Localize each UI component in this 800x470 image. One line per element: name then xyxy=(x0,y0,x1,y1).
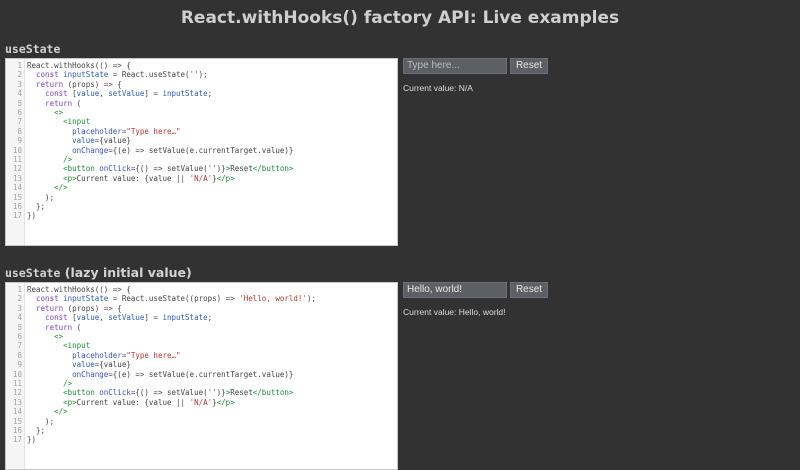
section-heading-code: useState xyxy=(5,42,61,56)
line-number: 7 xyxy=(17,341,22,351)
reset-button[interactable]: Reset xyxy=(510,282,548,298)
code-line: const [value, setValue] = inputState; xyxy=(45,89,213,99)
code-line: /> xyxy=(63,379,73,388)
line-number: 6 xyxy=(17,332,22,341)
line-number: 2 xyxy=(17,70,22,80)
line-number: 13 xyxy=(12,397,22,407)
section-heading-code: useState xyxy=(5,266,61,280)
line-number: 8 xyxy=(17,126,22,136)
code-line: }; xyxy=(27,202,46,211)
code-line: placeholder="Type here…" xyxy=(72,126,181,136)
current-value-text: Current value: Hello, world! xyxy=(403,307,506,317)
code-editor[interactable]: 1 React.withHooks(() => { 2 const inputSta… xyxy=(5,58,398,246)
code-line: React.withHooks(() => { xyxy=(27,285,131,294)
code-line: <input xyxy=(63,341,91,351)
live-text-input[interactable] xyxy=(403,58,507,74)
code-line: placeholder="Type here…" xyxy=(72,350,181,360)
code-line: <p>Current value: {value || 'N/A'}</p> xyxy=(63,173,235,183)
line-number: 2 xyxy=(17,294,22,304)
code-line: }; xyxy=(27,426,46,435)
code-line: return ( xyxy=(45,322,82,332)
line-number: 3 xyxy=(17,79,22,89)
line-number: 17 xyxy=(12,435,22,445)
code-line: }) xyxy=(27,435,37,445)
line-number: 1 xyxy=(17,285,22,294)
line-number: 9 xyxy=(17,360,22,370)
code-line: return (props) => { xyxy=(36,79,122,89)
line-number: 8 xyxy=(17,350,22,360)
code-line: <p>Current value: {value || 'N/A'}</p> xyxy=(63,397,235,407)
line-number: 11 xyxy=(12,379,22,388)
code-line: const [value, setValue] = inputState; xyxy=(45,313,213,323)
line-number: 5 xyxy=(17,98,22,108)
code-line: React.withHooks(() => { xyxy=(27,61,131,70)
line-number: 13 xyxy=(12,173,22,183)
line-number: 15 xyxy=(12,192,22,202)
line-number: 10 xyxy=(12,369,22,379)
line-number: 7 xyxy=(17,117,22,127)
line-number: 3 xyxy=(17,303,22,313)
code-line: onChange={(e) => setValue(e.currentTarge… xyxy=(72,369,294,379)
line-number: 10 xyxy=(12,145,22,155)
code-line: <button onClick={() => setValue('')}>Res… xyxy=(63,388,294,398)
code-line: const inputState = React.useState((props… xyxy=(36,294,316,304)
code-line: onChange={(e) => setValue(e.currentTarge… xyxy=(72,145,294,155)
line-number: 12 xyxy=(12,164,22,174)
line-number: 4 xyxy=(17,313,22,323)
code-line: </> xyxy=(54,183,68,193)
line-number: 5 xyxy=(17,322,22,332)
line-number: 14 xyxy=(12,407,22,417)
line-number: 11 xyxy=(12,155,22,164)
code-line: value={value} xyxy=(72,360,131,370)
code-line: ); xyxy=(27,416,55,426)
code-editor[interactable]: 1 React.withHooks(() => { 2 const inputSta… xyxy=(5,282,398,470)
section-heading: useState xyxy=(5,41,60,56)
current-value-text: Current value: N/A xyxy=(403,83,473,93)
line-number: 12 xyxy=(12,388,22,398)
line-number: 16 xyxy=(12,426,22,435)
line-number: 16 xyxy=(12,202,22,211)
code-line: <button onClick={() => setValue('')}>Res… xyxy=(63,164,294,174)
line-number: 6 xyxy=(17,108,22,117)
code-line: </> xyxy=(54,407,68,417)
code-line: /> xyxy=(63,155,73,164)
code-line: }) xyxy=(27,211,37,221)
page-title: React.withHooks() factory API: Live exam… xyxy=(180,8,620,28)
code-line: ); xyxy=(27,192,55,202)
section-heading-suffix: (lazy initial value) xyxy=(60,265,192,280)
line-number: 1 xyxy=(17,61,22,70)
line-number: 17 xyxy=(12,211,22,221)
code-line: const inputState = React.useState(''); xyxy=(36,70,208,80)
line-number: 9 xyxy=(17,136,22,146)
code-line: value={value} xyxy=(72,136,131,146)
code-line: return (props) => { xyxy=(36,303,122,313)
code-line: return ( xyxy=(45,98,82,108)
section-heading: useState (lazy initial value) xyxy=(5,265,192,280)
code-line: <> xyxy=(54,332,64,341)
line-number: 14 xyxy=(12,183,22,193)
line-number: 15 xyxy=(12,416,22,426)
code-line: <input xyxy=(63,117,91,127)
live-text-input[interactable] xyxy=(403,282,507,298)
line-number: 4 xyxy=(17,89,22,99)
reset-button[interactable]: Reset xyxy=(510,58,548,74)
code-line: <> xyxy=(54,108,64,117)
